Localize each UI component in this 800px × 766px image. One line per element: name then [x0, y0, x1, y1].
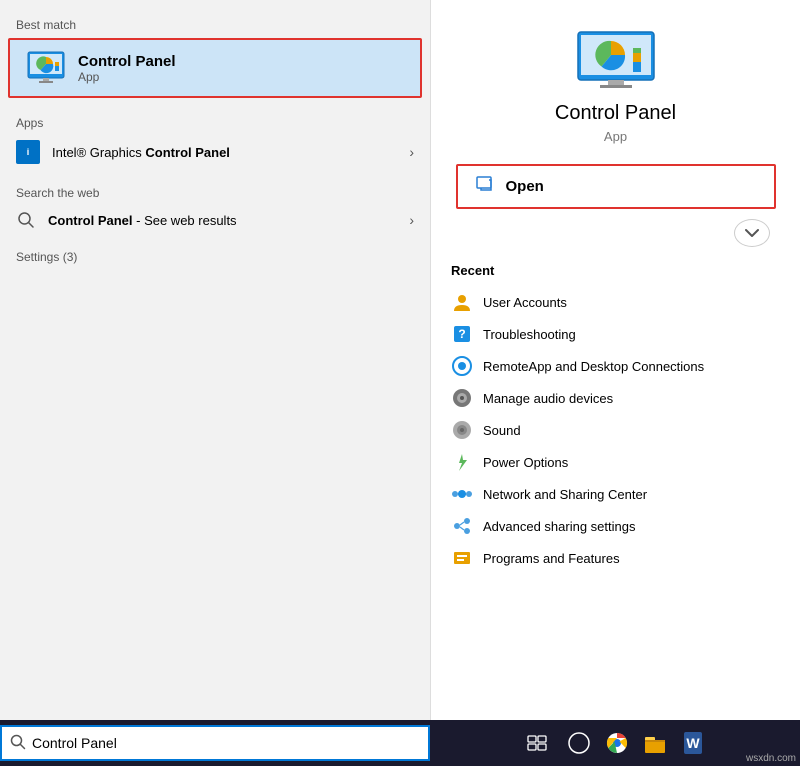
left-panel: Best match [0, 0, 430, 720]
search-input-value: Control Panel [32, 735, 117, 751]
svg-text:?: ? [458, 327, 465, 341]
apps-label: Apps [0, 110, 430, 134]
recent-item-troubleshooting[interactable]: ? Troubleshooting [441, 318, 790, 350]
recent-item-user-accounts[interactable]: User Accounts [441, 286, 790, 318]
right-panel: Control Panel App Open Recent [430, 0, 800, 720]
taskbar-icons: W [430, 727, 800, 759]
app-large-title: Control Panel [555, 102, 676, 125]
best-match-label: Best match [0, 12, 430, 36]
cortana-icon[interactable] [563, 727, 595, 759]
best-match-title: Control Panel [78, 53, 176, 70]
sharing-icon [451, 515, 473, 537]
chrome-icon[interactable] [601, 727, 633, 759]
recent-item-label: RemoteApp and Desktop Connections [483, 359, 704, 374]
search-box[interactable]: Control Panel [0, 725, 430, 761]
intel-graphics-item[interactable]: i Intel® Graphics Control Panel › [0, 134, 430, 170]
file-explorer-icon[interactable] [639, 727, 671, 759]
watermark: wsxdn.com [746, 753, 796, 764]
recent-list: User Accounts ? Troubleshooting RemoteAp… [431, 286, 800, 574]
recent-item-label: Advanced sharing settings [483, 519, 635, 534]
programs-icon [451, 547, 473, 569]
remoteapp-icon [451, 355, 473, 377]
web-label: Search the web [0, 180, 430, 204]
best-match-text: Control Panel App [78, 53, 176, 84]
intel-app-name: Intel® Graphics Control Panel [52, 145, 409, 160]
open-icon [476, 176, 496, 197]
chevron-right-icon: › [409, 144, 414, 160]
open-button[interactable]: Open [460, 168, 772, 205]
troubleshooting-icon: ? [451, 323, 473, 345]
web-chevron-icon: › [409, 212, 414, 228]
recent-item-label: Power Options [483, 455, 568, 470]
sound-icon [451, 419, 473, 441]
recent-item-programs[interactable]: Programs and Features [441, 542, 790, 574]
recent-item-sound[interactable]: Sound [441, 414, 790, 446]
recent-item-sharing[interactable]: Advanced sharing settings [441, 510, 790, 542]
open-button-wrap: Open [456, 164, 776, 209]
open-label: Open [506, 178, 544, 195]
search-icon [10, 734, 26, 753]
recent-item-audio[interactable]: Manage audio devices [441, 382, 790, 414]
recent-item-label: Network and Sharing Center [483, 487, 647, 502]
recent-item-label: Programs and Features [483, 551, 620, 566]
word-icon[interactable]: W [677, 727, 709, 759]
recent-item-label: User Accounts [483, 295, 567, 310]
settings-label: Settings (3) [0, 244, 430, 268]
app-large-icon [576, 30, 656, 90]
web-search-item[interactable]: Control Panel - See web results › [0, 204, 430, 236]
power-icon [451, 451, 473, 473]
recent-item-remoteapp[interactable]: RemoteApp and Desktop Connections [441, 350, 790, 382]
svg-text:W: W [686, 735, 700, 751]
control-panel-icon [26, 48, 66, 88]
expand-button[interactable] [734, 219, 770, 247]
audio-icon [451, 387, 473, 409]
recent-label: Recent [431, 263, 494, 278]
recent-item-network[interactable]: Network and Sharing Center [441, 478, 790, 510]
best-match-item[interactable]: Control Panel App [8, 38, 422, 98]
web-search-text: Control Panel - See web results [48, 213, 409, 228]
recent-item-label: Troubleshooting [483, 327, 576, 342]
recent-item-label: Sound [483, 423, 521, 438]
intel-icon: i [16, 140, 40, 164]
user-accounts-icon [451, 291, 473, 313]
search-web-icon [16, 210, 36, 230]
taskbar: Control Panel [0, 720, 800, 766]
taskview-icon[interactable] [521, 727, 553, 759]
best-match-subtitle: App [78, 70, 176, 84]
app-large-subtitle: App [604, 129, 627, 144]
recent-item-power[interactable]: Power Options [441, 446, 790, 478]
recent-item-label: Manage audio devices [483, 391, 613, 406]
network-icon [451, 483, 473, 505]
